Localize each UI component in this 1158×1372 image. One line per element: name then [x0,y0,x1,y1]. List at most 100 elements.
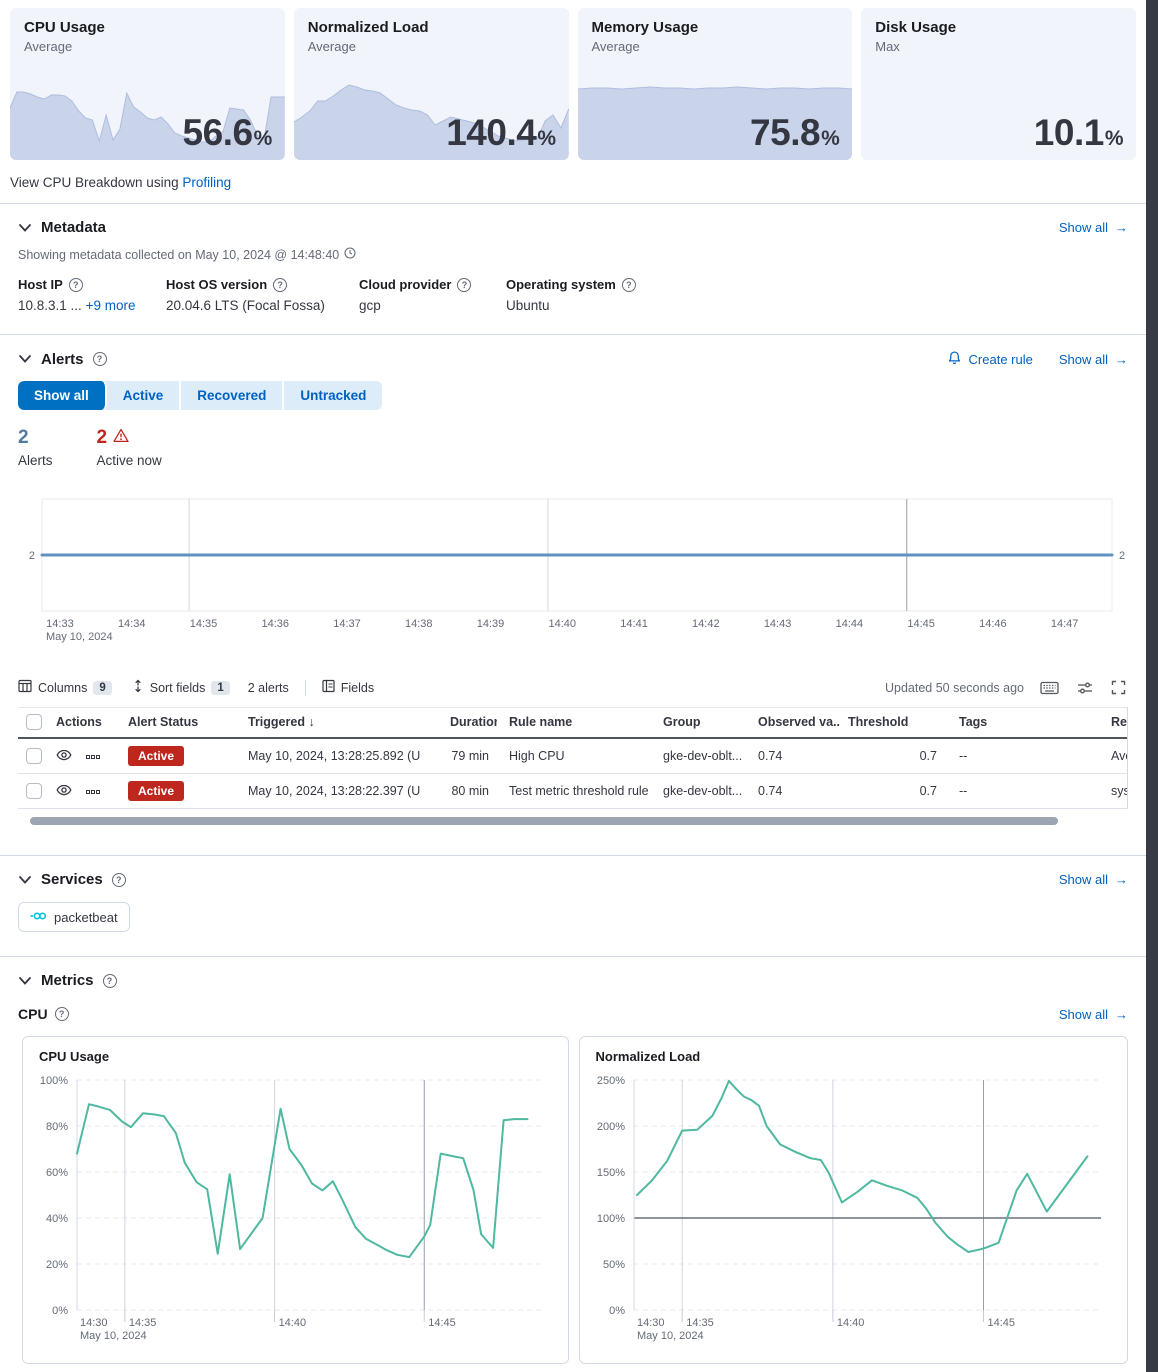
col-group: Group [655,708,750,739]
help-icon[interactable]: ? [69,278,83,292]
svg-text:May 10, 2024: May 10, 2024 [46,631,113,643]
services-show-all-link[interactable]: Show all→ [1059,872,1128,887]
sort-fields-button[interactable]: Sort fields 1 [132,679,230,696]
help-icon[interactable]: ? [622,278,636,292]
alerts-status-filter: Show all Active Recovered Untracked [18,381,382,410]
svg-text:0%: 0% [52,1305,68,1317]
alerts-show-all-link[interactable]: Show all→ [1059,352,1128,367]
svg-text:May 10, 2024: May 10, 2024 [637,1330,704,1342]
alert-threshold: 0.7 [840,774,945,809]
alert-row[interactable]: Active May 10, 2024, 13:28:25.892 (U 79 … [18,738,1128,774]
profiling-link[interactable]: Profiling [182,175,231,190]
kpi-title: CPU Usage [10,8,285,36]
alerts-timeline-chart[interactable]: 14:3314:3414:3514:3614:3714:3814:3914:40… [18,495,1138,647]
kpi-subtitle: Average [10,36,285,54]
svg-text:200%: 200% [596,1121,624,1133]
alerts-section: Alerts ? Create rule Show all→ Show all … [0,335,1146,855]
col-rule-name: Rule name [497,708,655,739]
view-alert-eye-icon[interactable] [56,748,72,765]
alert-group: gke-dev-oblt... [655,738,750,774]
grid-settings-icon[interactable] [1075,679,1095,697]
alerts-active-stat: 2 Active now [97,427,162,468]
alert-reason: Ave [1103,738,1128,774]
col-duration: Duration [442,708,497,739]
help-icon[interactable]: ? [93,352,107,366]
help-icon[interactable]: ? [273,278,287,292]
chevron-down-icon[interactable] [18,976,32,986]
alerts-total-stat: 2 Alerts [18,427,53,468]
service-chip-packetbeat[interactable]: packetbeat [18,902,130,932]
metrics-section: Metrics ? CPU? Show all→ CPU Usage 0%20%… [0,957,1146,1364]
svg-text:14:43: 14:43 [764,618,792,630]
svg-text:14:40: 14:40 [279,1317,307,1329]
create-rule-link[interactable]: Create rule [947,350,1033,368]
more-actions-icon[interactable] [86,749,100,763]
alert-observed-value: 0.74 [750,738,840,774]
columns-button[interactable]: Columns 9 [18,679,112,696]
svg-text:14:42: 14:42 [692,618,720,630]
col-threshold: Threshold [840,708,945,739]
chevron-down-icon[interactable] [18,354,32,364]
svg-text:14:45: 14:45 [428,1317,456,1329]
col-triggered[interactable]: Triggered ↓ [240,708,442,739]
help-icon[interactable]: ? [457,278,471,292]
svg-text:14:40: 14:40 [549,618,577,630]
kpi-card-memory-usage[interactable]: Memory Usage Average 75.8% [578,8,853,160]
svg-text:40%: 40% [46,1213,68,1225]
alert-row[interactable]: Active May 10, 2024, 13:28:22.397 (U 80 … [18,774,1128,809]
svg-text:2: 2 [1119,550,1125,562]
tab-active[interactable]: Active [107,381,182,410]
svg-text:14:40: 14:40 [836,1317,864,1329]
horizontal-scrollbar[interactable] [30,817,1058,825]
kpi-title: Normalized Load [294,8,569,36]
kpi-cards-row: CPU Usage Average 56.6% Normalized Load … [0,0,1146,160]
metrics-show-all-link[interactable]: Show all→ [1059,1007,1128,1022]
svg-text:14:35: 14:35 [190,618,218,630]
chevron-down-icon[interactable] [18,875,32,885]
kpi-subtitle: Average [578,36,853,54]
help-icon[interactable]: ? [55,1007,69,1021]
alert-duration: 79 min [442,738,497,774]
row-checkbox[interactable] [26,748,42,764]
fields-button[interactable]: Fields [322,679,374,696]
fullscreen-icon[interactable] [1109,678,1128,697]
metadata-show-all-link[interactable]: Show all→ [1059,220,1128,235]
alert-status-badge: Active [128,746,184,766]
svg-text:2: 2 [29,550,35,562]
svg-text:14:34: 14:34 [118,618,146,630]
alert-rule-name: Test metric threshold rule [497,774,655,809]
cpu-usage-chart-card[interactable]: CPU Usage 0%20%40%60%80%100%14:3014:3514… [22,1036,569,1364]
chevron-down-icon[interactable] [18,223,32,233]
tab-show-all[interactable]: Show all [18,381,107,410]
clock-icon [344,247,356,262]
svg-text:20%: 20% [46,1259,68,1271]
more-ips-link[interactable]: +9 more [86,298,136,313]
svg-text:250%: 250% [596,1075,624,1087]
help-icon[interactable]: ? [103,974,117,988]
select-all-checkbox[interactable] [26,714,42,730]
svg-text:May 10, 2024: May 10, 2024 [80,1330,147,1342]
svg-text:14:30: 14:30 [80,1317,108,1329]
bell-icon [947,350,962,368]
view-alert-eye-icon[interactable] [56,783,72,800]
arrow-right-icon: → [1115,872,1128,887]
tab-recovered[interactable]: Recovered [181,381,284,410]
kpi-card-cpu-usage[interactable]: CPU Usage Average 56.6% [10,8,285,160]
more-actions-icon[interactable] [86,784,100,798]
svg-text:50%: 50% [602,1259,624,1271]
toolbar-divider [305,680,306,696]
kpi-value: 75.8% [750,112,839,154]
keyboard-shortcuts-button[interactable] [1038,679,1061,697]
window-scrollbar-track[interactable] [1146,0,1158,1372]
normalized-load-chart-card[interactable]: Normalized Load 0%50%100%150%200%250%14:… [579,1036,1129,1364]
kpi-title: Disk Usage [861,8,1136,36]
metrics-title: Metrics [41,972,94,989]
tab-untracked[interactable]: Untracked [284,381,382,410]
svg-text:14:44: 14:44 [836,618,864,630]
svg-text:14:36: 14:36 [261,618,289,630]
alert-tags: -- [945,738,1103,774]
kpi-card-normalized-load[interactable]: Normalized Load Average 140.4% [294,8,569,160]
row-checkbox[interactable] [26,783,42,799]
kpi-card-disk-usage[interactable]: Disk Usage Max 10.1% [861,8,1136,160]
help-icon[interactable]: ? [112,873,126,887]
